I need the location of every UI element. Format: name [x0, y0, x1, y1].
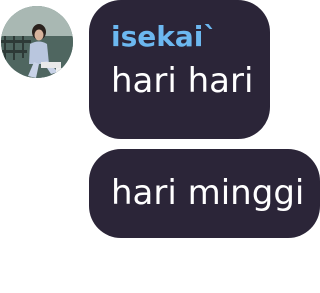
avatar-photo [1, 6, 73, 78]
message-bubble[interactable]: isekai` hari hari [89, 0, 270, 139]
message-text: hari minggi [111, 173, 305, 213]
sender-avatar[interactable] [1, 6, 73, 78]
sender-name[interactable]: isekai` [111, 20, 270, 54]
message-text: hari hari [111, 61, 254, 101]
message-bubble[interactable]: hari minggi [89, 149, 320, 238]
